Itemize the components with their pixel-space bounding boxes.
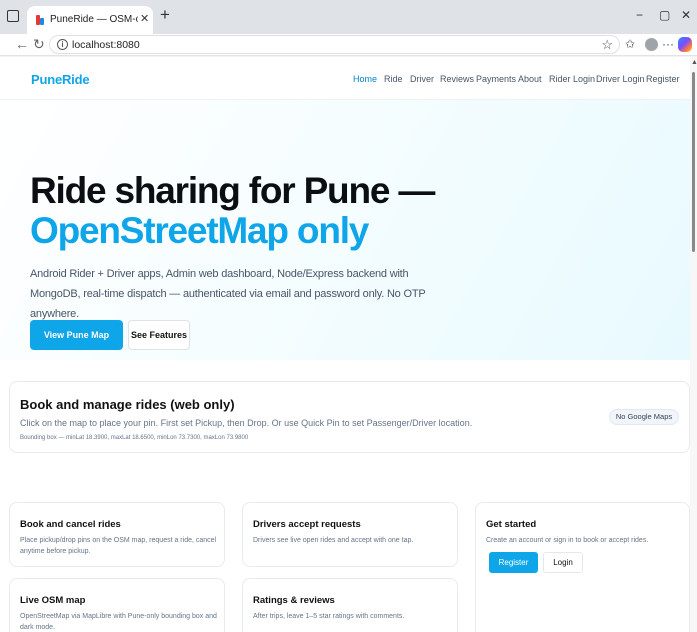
- feature-description: Place pickup/drop pins on the OSM map, r…: [20, 537, 217, 555]
- get-started-card: Get started Create an account or sign in…: [475, 502, 690, 632]
- feature-title: Drivers accept requests: [253, 519, 361, 530]
- nav-register[interactable]: Register: [646, 74, 680, 84]
- url-text: localhost:8080: [72, 39, 140, 51]
- nav-home[interactable]: Home: [353, 74, 377, 84]
- profile-avatar[interactable]: [645, 38, 658, 51]
- more-menu-icon[interactable]: ···: [662, 36, 674, 52]
- nav-driver[interactable]: Driver: [410, 74, 434, 84]
- no-google-maps-badge: No Google Maps: [609, 409, 679, 425]
- site-header: PuneRide Home Ride Driver Reviews Paymen…: [0, 57, 690, 100]
- feature-description: Drivers see live open rides and accept w…: [253, 537, 414, 544]
- feature-title: Ratings & reviews: [253, 595, 335, 606]
- close-window-button[interactable]: ✕: [681, 8, 691, 22]
- hero-subtitle: Android Rider + Driver apps, Admin web d…: [30, 268, 426, 320]
- favorite-star-icon[interactable]: ☆: [601, 37, 613, 53]
- favorites-icon[interactable]: ✩: [625, 36, 635, 52]
- booking-panel: Book and manage rides (web only) Click o…: [9, 381, 690, 453]
- tab-close-icon[interactable]: ✕: [140, 12, 149, 25]
- hero-section: Ride sharing for Pune — OpenStreetMap on…: [0, 100, 690, 370]
- nav-driver-login[interactable]: Driver Login: [596, 74, 645, 84]
- feature-description: After trips, leave 1–5 star ratings with…: [253, 613, 405, 620]
- feature-card-ratings: Ratings & reviews After trips, leave 1–5…: [242, 578, 458, 632]
- feature-card-drivers: Drivers accept requests Drivers see live…: [242, 502, 458, 567]
- get-started-description: Create an account or sign in to book or …: [486, 537, 649, 544]
- get-started-title: Get started: [486, 519, 537, 530]
- nav-about[interactable]: About: [518, 74, 542, 84]
- url-input[interactable]: i localhost:8080 ☆: [49, 35, 620, 54]
- feature-card-map: Live OSM map OpenStreetMap via MapLibre …: [9, 578, 225, 632]
- address-bar-row: ← ↻ i localhost:8080 ☆ ✩ ···: [0, 34, 697, 56]
- site-info-icon[interactable]: i: [57, 39, 68, 50]
- scroll-thumb[interactable]: [692, 72, 695, 252]
- nav-ride[interactable]: Ride: [384, 74, 403, 84]
- site-favicon-icon: [36, 15, 44, 25]
- feature-card-book: Book and cancel rides Place pickup/drop …: [9, 502, 225, 567]
- tab-title: PuneRide — OSM-only Ride Shar: [50, 14, 138, 25]
- new-tab-button[interactable]: +: [160, 6, 170, 24]
- maximize-button[interactable]: ▢: [659, 8, 670, 22]
- nav-reviews[interactable]: Reviews: [440, 74, 474, 84]
- nav-payments[interactable]: Payments: [476, 74, 516, 84]
- page-viewport: PuneRide Home Ride Driver Reviews Paymen…: [0, 57, 697, 632]
- feature-title: Live OSM map: [20, 595, 86, 606]
- scroll-up-icon[interactable]: ▲: [691, 59, 697, 66]
- feature-description: OpenStreetMap via MapLibre with Pune-onl…: [20, 613, 217, 631]
- booking-description: Click on the map to place your pin. Firs…: [20, 418, 473, 428]
- bounding-box-text: Bounding box — minLat 18.3900, maxLat 18…: [20, 435, 249, 441]
- see-features-button[interactable]: See Features: [128, 320, 190, 350]
- minimize-button[interactable]: −: [636, 8, 643, 22]
- copilot-icon[interactable]: [678, 37, 692, 52]
- hero-title: Ride sharing for Pune —: [30, 170, 435, 211]
- refresh-icon[interactable]: ↻: [33, 36, 45, 52]
- page-scrollbar[interactable]: ▲: [690, 57, 697, 632]
- browser-tab[interactable]: PuneRide — OSM-only Ride Shar ✕: [27, 6, 153, 34]
- back-arrow-icon[interactable]: ←: [15, 36, 29, 52]
- hero-title-highlight: OpenStreetMap only: [30, 210, 369, 251]
- view-map-button[interactable]: View Pune Map (OSM): [30, 320, 123, 370]
- window-menu-icon[interactable]: [7, 10, 19, 22]
- register-button[interactable]: Register: [489, 552, 538, 573]
- nav-rider-login[interactable]: Rider Login: [549, 74, 595, 84]
- browser-tab-bar: PuneRide — OSM-only Ride Shar ✕ + − ▢ ✕: [0, 0, 697, 34]
- brand-logo[interactable]: PuneRide: [31, 72, 90, 87]
- login-button[interactable]: Login: [543, 552, 583, 573]
- feature-title: Book and cancel rides: [20, 519, 121, 530]
- booking-title: Book and manage rides (web only): [20, 397, 235, 412]
